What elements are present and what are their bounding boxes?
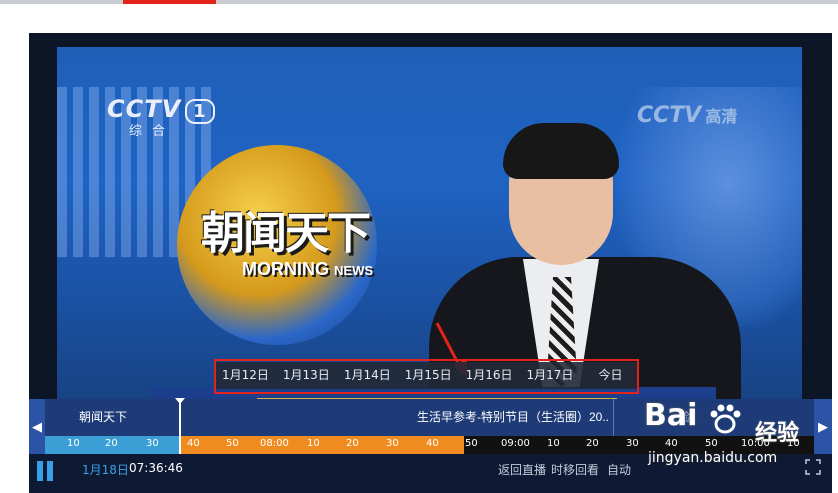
timeline-tick: 50 — [705, 438, 718, 449]
program-divider — [613, 399, 614, 436]
watermark-brand: Bai — [644, 398, 698, 433]
timeline-tick: 50 — [226, 438, 239, 449]
show-title-graphic: 朝闻天下 — [201, 208, 371, 259]
show-subtitle-graphic: MORNING NEWS — [242, 259, 374, 279]
timeline-tick: 10 — [307, 438, 320, 449]
timeline-tick: 30 — [626, 438, 639, 449]
timeline-tick: 10 — [547, 438, 560, 449]
timeline-tick: 40 — [187, 438, 200, 449]
timeline-tick: 20 — [586, 438, 599, 449]
timeline-tick: 50 — [465, 438, 478, 449]
timeline-tick: 09:00 — [501, 438, 530, 449]
timeshift-button[interactable]: 时移回看 — [551, 461, 599, 478]
program-item-0[interactable]: 朝闻天下 — [79, 399, 179, 436]
channel-number: 1 — [185, 99, 215, 124]
hd-logo: CCTV 高清 — [637, 103, 738, 128]
current-time: 07:36:46 — [129, 461, 183, 475]
channel-sub-label: 综合 — [129, 123, 176, 138]
watermark-url: jingyan.baidu.com — [648, 450, 778, 466]
timeline-tick: 30 — [386, 438, 399, 449]
current-date: 1月18日 — [82, 463, 129, 477]
watermark-brand-suffix: 经验 — [755, 420, 800, 445]
timeline-segment-recorded — [181, 436, 464, 454]
back-to-live-button[interactable]: 返回直播 — [498, 461, 546, 478]
playhead[interactable] — [179, 401, 181, 455]
fullscreen-icon[interactable] — [805, 459, 821, 475]
hd-badge: 高清 — [705, 107, 738, 126]
program-item-1[interactable]: 生活早参考-特别节目（生活圈）20.. — [417, 399, 617, 436]
timeline-tick: 40 — [665, 438, 678, 449]
chevron-left-icon[interactable]: ◀ — [29, 399, 45, 454]
active-tab-indicator — [123, 0, 216, 4]
timeline-tick: 08:00 — [260, 438, 289, 449]
date-picker-highlight-box — [214, 359, 639, 394]
timeline-tick: 20 — [105, 438, 118, 449]
timeline-tick: 10 — [67, 438, 80, 449]
chevron-right-icon[interactable]: ▶ — [814, 399, 832, 454]
timeline-tick: 40 — [426, 438, 439, 449]
timeline-tick: 30 — [146, 438, 159, 449]
timeline-tick: 20 — [346, 438, 359, 449]
pause-icon[interactable] — [37, 461, 55, 481]
baidu-paw-icon — [710, 404, 741, 434]
anchor-hair — [503, 123, 619, 179]
quality-auto-button[interactable]: 自动 — [607, 461, 631, 478]
